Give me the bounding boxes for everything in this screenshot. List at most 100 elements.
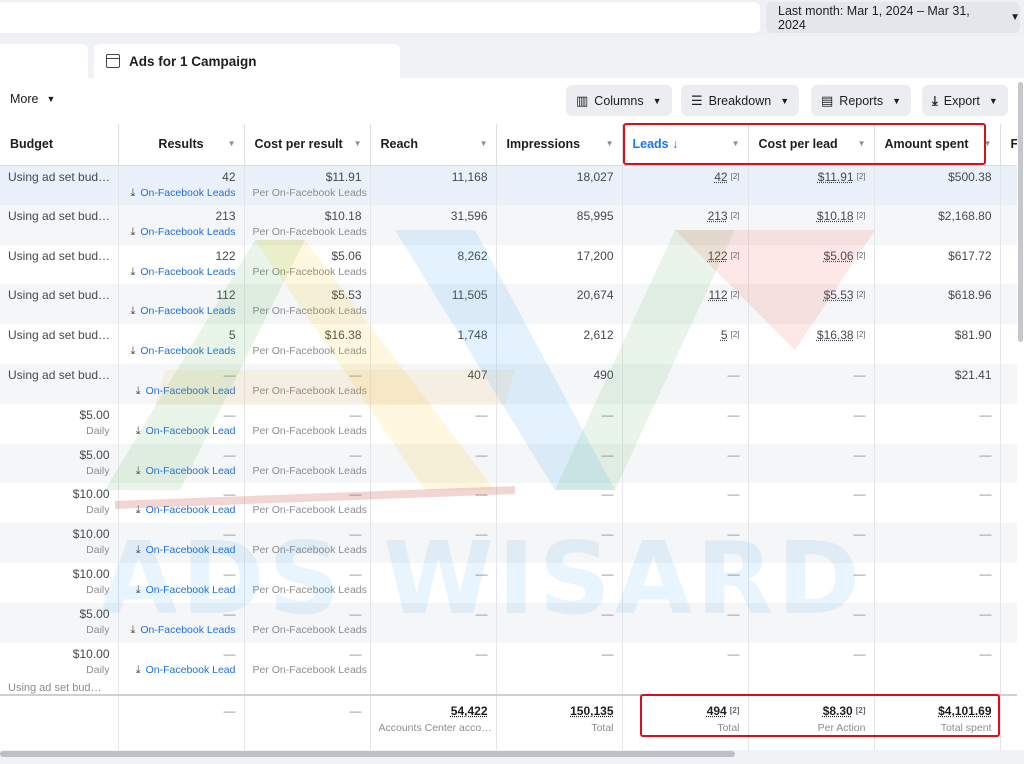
budget-amount: $5.00	[79, 447, 110, 462]
cell-empty	[496, 682, 623, 696]
cell-value[interactable]: $11.91	[818, 170, 854, 184]
cell-value[interactable]: —	[854, 487, 866, 501]
cell-empty	[874, 682, 1001, 696]
cell-cost-per-result: $5.06 Per On-Facebook Leads	[244, 244, 371, 285]
table-row[interactable]: $10.00 Daily — ⤓ On-Facebook Lead — Per On-Fac…	[0, 523, 1017, 563]
cell-value[interactable]: 112	[708, 288, 727, 302]
cell-reach: 31,596	[370, 204, 497, 245]
tab-icon	[106, 54, 120, 68]
col-header-cost-per-lead[interactable]: Cost per lead ▼	[748, 124, 875, 166]
table-row-partial[interactable]: Using ad set bud…	[0, 682, 1017, 696]
results-type-link[interactable]: ⤓ On-Facebook Leads	[127, 624, 235, 637]
cell-value[interactable]: —	[728, 487, 740, 501]
cell-value[interactable]: —	[854, 448, 866, 462]
cell-value[interactable]: —	[728, 647, 740, 661]
cell-value[interactable]: —	[854, 647, 866, 661]
col-header-results[interactable]: Results ▼	[118, 124, 245, 166]
cell-value[interactable]: —	[728, 368, 740, 382]
cell-value[interactable]: $10.18	[817, 209, 854, 223]
table-row[interactable]: Using ad set bud… 42 ⤓ On-Facebook Leads $11…	[0, 165, 1017, 205]
budget-text: Using ad set bud…	[8, 169, 111, 184]
table-row[interactable]: Using ad set bud… 122 ⤓ On-Facebook Leads $5…	[0, 244, 1017, 285]
col-header-cost-per-result[interactable]: Cost per result ▼	[244, 124, 371, 166]
breakdown-button[interactable]: ☰ Breakdown ▼	[681, 85, 800, 116]
table-row[interactable]: $5.00 Daily — ⤓ On-Facebook Lead — Per On-Face…	[0, 403, 1017, 444]
results-type-link[interactable]: ⤓ On-Facebook Leads	[127, 345, 235, 358]
results-type-link[interactable]: ⤓ On-Facebook Lead	[127, 544, 236, 557]
table-row[interactable]: $5.00 Daily — ⤓ On-Facebook Lead — Per On-Face…	[0, 443, 1017, 484]
total-number[interactable]: 150,135	[570, 704, 613, 718]
col-header-fo[interactable]: Fo	[1000, 124, 1017, 166]
cell-value[interactable]: 42	[714, 170, 727, 184]
table-row[interactable]: $10.00 Daily — ⤓ On-Facebook Lead — Per On-Fac…	[0, 483, 1017, 524]
table-row[interactable]: Using ad set bud… 112 ⤓ On-Facebook Leads $5…	[0, 284, 1017, 325]
col-header-budget[interactable]: Budget	[0, 124, 119, 166]
table-row[interactable]: $10.00 Daily — ⤓ On-Facebook Lead — Per On-Fac…	[0, 562, 1017, 603]
scrollbar-thumb[interactable]	[1018, 82, 1023, 342]
results-type-link[interactable]: ⤓ On-Facebook Leads	[127, 226, 235, 239]
col-header-amount-spent[interactable]: Amount spent ▼	[874, 124, 1001, 166]
results-value: —	[223, 487, 236, 502]
cell-value[interactable]: —	[854, 408, 866, 422]
budget-text: Using ad set bud…	[8, 367, 111, 382]
results-type-link[interactable]: ⤓ On-Facebook Leads	[127, 305, 235, 318]
cell-value[interactable]: —	[728, 408, 740, 422]
cell-value[interactable]: —	[728, 527, 740, 541]
search-input[interactable]	[0, 2, 760, 33]
reports-button[interactable]: ▤ Reports ▼	[811, 85, 911, 116]
cell-value[interactable]: $16.38	[817, 328, 854, 342]
table-row[interactable]: Using ad set bud… 213 ⤓ On-Facebook Leads $1…	[0, 204, 1017, 245]
vertical-scrollbar[interactable]	[1017, 78, 1024, 750]
cell-value[interactable]: —	[854, 567, 866, 581]
results-type-link[interactable]: ⤓ On-Facebook Lead	[127, 504, 236, 517]
total-number[interactable]: $4,101.69	[938, 704, 991, 718]
results-type-link[interactable]: ⤓ On-Facebook Lead	[127, 584, 236, 597]
cell-value[interactable]: —	[728, 607, 740, 621]
cell-value[interactable]: —	[728, 448, 740, 462]
tab-previous[interactable]	[0, 44, 88, 78]
cell-budget: Using ad set bud…	[0, 363, 119, 404]
cell-value[interactable]: $5.06	[824, 249, 854, 263]
table-row[interactable]: Using ad set bud… — ⤓ On-Facebook Lead — Per …	[0, 363, 1017, 404]
export-button[interactable]: ⤓ Export ▼	[922, 85, 1008, 116]
more-button[interactable]: More ▼	[10, 92, 55, 106]
cell-amount-spent: —	[874, 483, 1001, 524]
cell-cost-per-lead: $5.06 [2]	[748, 244, 875, 285]
cpr-sub: Per On-Facebook Leads	[252, 186, 367, 199]
table-row[interactable]: $10.00 Daily — ⤓ On-Facebook Lead — Per On-Fac…	[0, 642, 1017, 683]
results-type-link[interactable]: ⤓ On-Facebook Leads	[127, 266, 235, 279]
columns-button[interactable]: ▥ Columns ▼	[566, 85, 672, 116]
cell-value[interactable]: 5	[721, 328, 728, 342]
col-header-leads[interactable]: Leads ↓ ▼	[622, 124, 749, 166]
table-row[interactable]: $5.00 Daily — ⤓ On-Facebook Leads — Per On-Fac…	[0, 602, 1017, 643]
horizontal-scrollbar[interactable]	[0, 750, 1024, 764]
export-label: Export	[943, 93, 980, 108]
cell-value[interactable]: —	[854, 607, 866, 621]
cell-results: — ⤓ On-Facebook Leads	[118, 602, 245, 643]
budget-type: Daily	[86, 464, 110, 477]
cell-value[interactable]: —	[854, 527, 866, 541]
cell-value[interactable]: $5.53	[824, 288, 854, 302]
results-type-link[interactable]: ⤓ On-Facebook Leads	[127, 187, 235, 200]
tab-ads[interactable]: Ads for 1 Campaign	[94, 44, 400, 78]
cell-value[interactable]: —	[854, 368, 866, 382]
cell-cost-per-result: — Per On-Facebook Leads	[244, 363, 371, 404]
col-header-reach[interactable]: Reach ▼	[370, 124, 497, 166]
cell-value[interactable]: 122	[708, 249, 728, 263]
date-range-picker[interactable]: Last month: Mar 1, 2024 – Mar 31, 2024 ▼	[766, 2, 1020, 33]
col-header-impressions[interactable]: Impressions ▼	[496, 124, 623, 166]
results-type-link[interactable]: ⤓ On-Facebook Lead	[127, 425, 236, 438]
results-type-link[interactable]: ⤓ On-Facebook Lead	[127, 385, 236, 398]
cell-value[interactable]: —	[728, 567, 740, 581]
cell-amount-spent: —	[874, 562, 1001, 603]
total-number[interactable]: $8.30	[823, 704, 853, 718]
budget-type: Daily	[86, 544, 110, 557]
total-number[interactable]: 54,422	[451, 704, 488, 718]
total-label: Total	[591, 722, 614, 735]
results-type-link[interactable]: ⤓ On-Facebook Lead	[127, 664, 236, 677]
total-number[interactable]: 494	[707, 704, 727, 718]
scrollbar-thumb[interactable]	[0, 751, 735, 757]
cell-value[interactable]: 213	[708, 209, 728, 223]
table-row[interactable]: Using ad set bud… 5 ⤓ On-Facebook Leads $16.…	[0, 324, 1017, 364]
results-type-link[interactable]: ⤓ On-Facebook Lead	[127, 465, 236, 478]
